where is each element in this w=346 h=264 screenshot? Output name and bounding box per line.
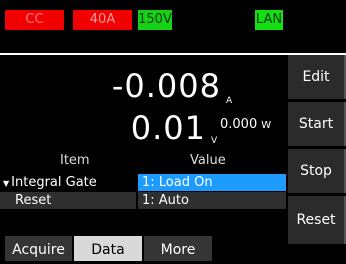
tab-data[interactable]: Data (74, 236, 142, 261)
current-unit: A (226, 96, 233, 106)
current-range-badge: 40A (73, 10, 132, 30)
voltage-range-badge: 150V (138, 10, 172, 30)
item-column-header: Item (60, 153, 90, 168)
table-cell-value[interactable]: 1: Auto (138, 192, 286, 209)
table-cell-value[interactable]: 1: Load On (138, 174, 286, 191)
table-row-label: Integral Gate (11, 175, 97, 190)
expand-caret-icon: ▼ (3, 179, 10, 188)
lan-badge: LAN (255, 10, 283, 30)
voltage-unit: V (211, 136, 218, 146)
voltage-readout: 0.01 (130, 109, 206, 147)
stop-button[interactable]: Stop (288, 149, 346, 193)
table-row-label: Reset (15, 193, 52, 208)
tab-acquire[interactable]: Acquire (5, 236, 72, 261)
table-row[interactable]: Reset 1: Auto (0, 192, 286, 209)
power-value: 0.000 (220, 117, 258, 132)
table-row[interactable]: ▼ Integral Gate 1: Load On (0, 174, 286, 191)
value-column-header: Value (190, 153, 226, 168)
start-button[interactable]: Start (288, 102, 346, 146)
table-cell-item: Reset (0, 192, 136, 209)
current-readout: -0.008 (111, 67, 221, 105)
mode-badge: CC (5, 10, 64, 30)
power-readout: 0.000 W (220, 117, 271, 132)
status-bar: CC 40A 150V LAN (0, 0, 346, 36)
measurement-panel: -0.008 A 0.01 V 0.000 W (0, 55, 286, 148)
power-unit: W (261, 120, 272, 131)
reset-button[interactable]: Reset (288, 196, 346, 244)
tab-more[interactable]: More (144, 236, 212, 261)
table-cell-item: ▼ Integral Gate (0, 174, 136, 191)
settings-table: Item Value ▼ Integral Gate 1: Load On Res… (0, 150, 286, 235)
bottom-tabs: Acquire Data More (0, 236, 286, 261)
edit-button[interactable]: Edit (288, 55, 346, 99)
